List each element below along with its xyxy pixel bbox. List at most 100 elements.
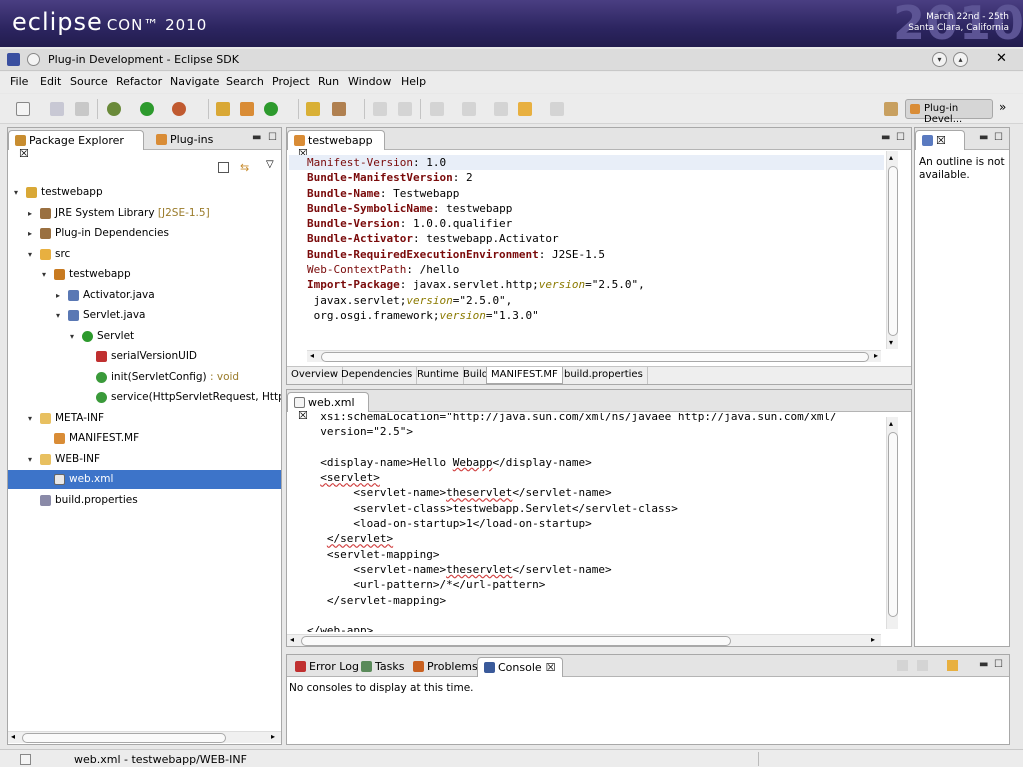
tree-item[interactable]: ▸ JRE System Library [J2SE-1.5] — [8, 204, 281, 223]
menu-help[interactable]: Help — [401, 75, 426, 88]
open-type-icon[interactable] — [306, 102, 320, 116]
menu-navigate[interactable]: Navigate — [170, 75, 219, 88]
minimize-window-button[interactable]: ▾ — [932, 52, 947, 67]
tree-item[interactable]: ▾ WEB-INF — [8, 450, 281, 469]
tree-item[interactable]: service(HttpServletRequest, HttpSe — [8, 388, 281, 407]
print-icon[interactable] — [75, 102, 89, 116]
close-tab-icon[interactable]: ☒ — [19, 147, 29, 160]
chevron-down-icon[interactable]: ▾ — [42, 265, 46, 284]
chevron-right-icon[interactable]: ▸ — [28, 204, 32, 223]
run-icon[interactable] — [140, 102, 154, 116]
tab-package-explorer[interactable]: Package Explorer ☒ — [8, 130, 144, 160]
previous-annotation-icon[interactable] — [462, 102, 476, 116]
tree-item[interactable]: ▾ testwebapp — [8, 183, 281, 202]
tab-problems[interactable]: Problems — [407, 657, 484, 677]
close-tab-icon[interactable]: ☒ — [936, 134, 946, 147]
last-edit-location-icon[interactable] — [494, 102, 508, 116]
chevron-down-icon[interactable]: ▾ — [14, 183, 18, 202]
page-tab-dependencies[interactable]: Dependencies — [337, 367, 418, 384]
chevron-down-icon[interactable]: ▾ — [56, 306, 60, 325]
view-menu-icon[interactable]: ▽ — [266, 159, 274, 170]
close-window-button[interactable]: ✕ — [996, 51, 1007, 66]
perspective-switcher-button[interactable]: Plug-in Devel... — [905, 99, 993, 125]
fast-view-icon[interactable] — [20, 754, 31, 765]
menu-window[interactable]: Window — [348, 75, 391, 88]
new-plugin-project-icon[interactable] — [216, 102, 230, 116]
xml-hscroll-thumb[interactable] — [301, 636, 731, 646]
collapse-all-icon[interactable] — [218, 162, 229, 173]
tree-item[interactable]: ▾ src — [8, 245, 281, 264]
tree-item[interactable]: build.properties — [8, 491, 281, 510]
page-tab-runtime[interactable]: Runtime — [413, 367, 464, 384]
open-perspective-icon[interactable] — [884, 102, 898, 116]
page-tab-build-properties[interactable]: build.properties — [560, 367, 648, 384]
pin-console-icon[interactable] — [897, 660, 908, 671]
perspective-overflow-button[interactable]: » — [999, 100, 1006, 114]
chevron-right-icon[interactable]: ▸ — [28, 224, 32, 243]
external-tools-icon[interactable] — [172, 102, 186, 116]
explorer-scroll-thumb[interactable] — [22, 733, 226, 743]
back-icon[interactable] — [518, 102, 532, 116]
menu-search[interactable]: Search — [226, 75, 264, 88]
tab-error-log[interactable]: Error Log — [289, 657, 365, 677]
tab-testwebapp-manifest[interactable]: testwebapp ☒ — [287, 130, 385, 160]
display-console-icon[interactable] — [917, 660, 928, 671]
maximize-view-button[interactable]: ☐ — [994, 659, 1003, 670]
xml-vertical-scrollbar[interactable]: ▴ — [886, 417, 898, 629]
manifest-hscroll-thumb[interactable] — [321, 352, 869, 362]
manifest-horizontal-scrollbar[interactable]: ◂ ▸ — [307, 350, 881, 362]
menu-project[interactable]: Project — [272, 75, 310, 88]
chevron-right-icon[interactable]: ▸ — [56, 286, 60, 305]
minimize-editor-button[interactable]: ▬ — [881, 132, 890, 143]
chevron-down-icon[interactable]: ▾ — [28, 450, 32, 469]
new-package-icon[interactable] — [240, 102, 254, 116]
menu-run[interactable]: Run — [318, 75, 339, 88]
forward-icon[interactable] — [550, 102, 564, 116]
xml-horizontal-scrollbar[interactable]: ◂ ▸ — [287, 634, 881, 646]
menu-source[interactable]: Source — [70, 75, 108, 88]
next-annotation-icon[interactable] — [430, 102, 444, 116]
tab-web-xml[interactable]: web.xml ☒ — [287, 392, 369, 422]
window-menu-icon[interactable] — [27, 53, 40, 66]
manifest-vertical-scrollbar[interactable]: ▴ ▾ — [886, 151, 898, 349]
tree-item[interactable]: MANIFEST.MF — [8, 429, 281, 448]
link-with-editor-icon[interactable]: ⇆ — [240, 161, 249, 174]
tab-plugins[interactable]: Plug-ins — [150, 130, 219, 150]
close-tab-icon[interactable]: ☒ — [546, 661, 556, 674]
tree-item[interactable]: ▾ testwebapp — [8, 265, 281, 284]
tree-item[interactable]: ▸ Plug-in Dependencies — [8, 224, 281, 243]
tree-item[interactable]: serialVersionUID — [8, 347, 281, 366]
new-class-icon[interactable] — [264, 102, 278, 116]
menu-file[interactable]: File — [10, 75, 28, 88]
tree-item[interactable]: web.xml — [8, 470, 281, 489]
debug-icon[interactable] — [107, 102, 121, 116]
tree-item[interactable]: ▾ META-INF — [8, 409, 281, 428]
menu-refactor[interactable]: Refactor — [116, 75, 162, 88]
chevron-down-icon[interactable]: ▾ — [28, 245, 32, 264]
minimize-view-button[interactable]: ▬ — [252, 132, 261, 143]
xml-scroll-thumb[interactable] — [888, 432, 898, 617]
xml-text-area[interactable]: xsi:schemaLocation="http://java.sun.com/… — [307, 413, 837, 632]
minimize-view-button[interactable]: ▬ — [979, 132, 988, 143]
page-tab-manifest-mf[interactable]: MANIFEST.MF — [486, 367, 563, 384]
tree-item[interactable]: ▾ Servlet.java — [8, 306, 281, 325]
tree-item[interactable]: init(ServletConfig) : void — [8, 368, 281, 387]
manifest-text-area[interactable]: Manifest-Version: 1.0 Bundle-ManifestVers… — [307, 155, 645, 323]
save-icon[interactable] — [50, 102, 64, 116]
tree-item[interactable]: ▾ Servlet — [8, 327, 281, 346]
new-icon[interactable] — [16, 102, 30, 116]
tree-item[interactable]: ▸ Activator.java — [8, 286, 281, 305]
explorer-horizontal-scrollbar[interactable]: ◂ ▸ — [8, 731, 281, 743]
menu-edit[interactable]: Edit — [40, 75, 61, 88]
toggle-mark-icon[interactable] — [373, 102, 387, 116]
page-tab-overview[interactable]: Overview — [287, 367, 344, 384]
tab-tasks[interactable]: Tasks — [355, 657, 410, 677]
maximize-window-button[interactable]: ▴ — [953, 52, 968, 67]
open-console-icon[interactable] — [947, 660, 958, 671]
show-whitespace-icon[interactable] — [398, 102, 412, 116]
manifest-scroll-thumb[interactable] — [888, 166, 898, 336]
tab-console[interactable]: Console ☒ — [477, 657, 563, 677]
search-icon[interactable] — [332, 102, 346, 116]
chevron-down-icon[interactable]: ▾ — [28, 409, 32, 428]
tab-outline[interactable]: ☒ — [915, 130, 965, 150]
